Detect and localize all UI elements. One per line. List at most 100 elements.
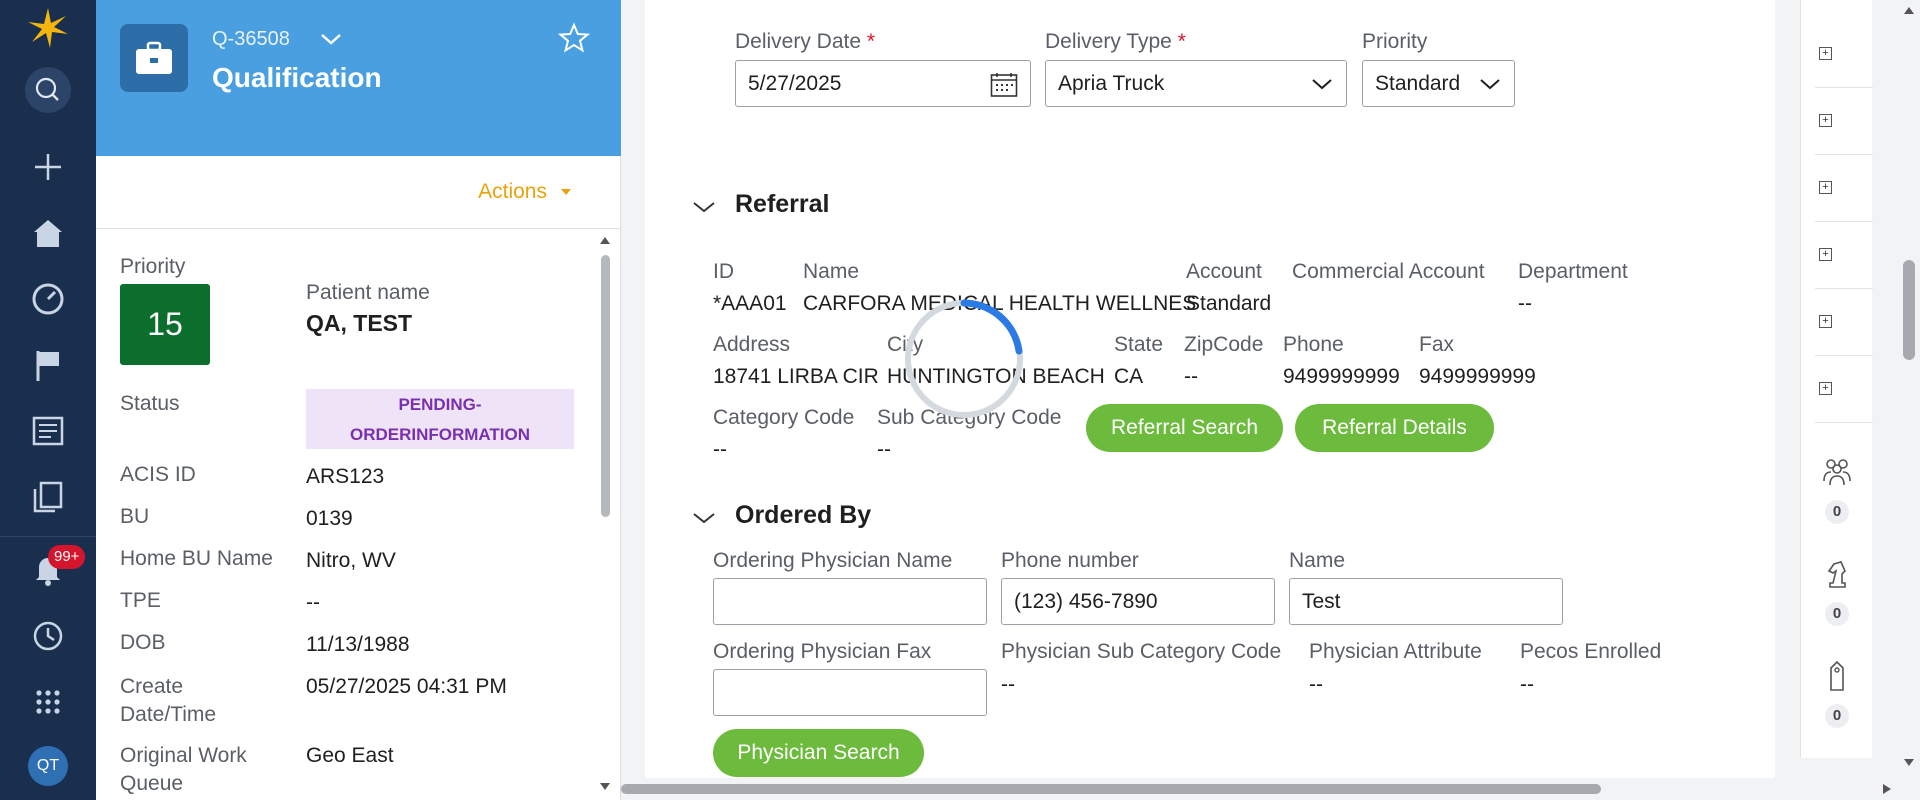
expand-toggle-6[interactable]: + bbox=[1815, 356, 1873, 423]
pecos-enrolled-label: Pecos Enrolled bbox=[1520, 640, 1662, 663]
physician-search-button[interactable]: Physician Search bbox=[713, 729, 924, 777]
expand-toggle-5[interactable]: + bbox=[1815, 289, 1873, 356]
ordering-physician-name-input[interactable] bbox=[713, 578, 987, 625]
tag-icon[interactable] bbox=[1821, 660, 1853, 692]
nav-rail: 99+ QT bbox=[0, 0, 96, 800]
chevron-down-icon bbox=[1480, 78, 1500, 89]
caret-down-icon bbox=[561, 189, 571, 195]
scroll-up-icon[interactable] bbox=[1903, 5, 1915, 15]
horizontal-scrollbar-thumb[interactable] bbox=[621, 784, 1601, 794]
create-datetime-label: Create Date/Time bbox=[120, 673, 216, 729]
phone-number-input[interactable]: (123) 456-7890 bbox=[1001, 578, 1275, 625]
physician-sub-category-label: Physician Sub Category Code bbox=[1001, 640, 1282, 663]
referral-title: Referral bbox=[735, 190, 830, 218]
name-input[interactable]: Test bbox=[1289, 578, 1563, 625]
collapse-referral-icon[interactable] bbox=[691, 196, 717, 218]
loading-spinner-icon bbox=[905, 299, 1023, 418]
referral-address-value: 18741 LIRBA CIR bbox=[713, 365, 879, 388]
plus-icon[interactable] bbox=[24, 143, 72, 191]
acis-id-label: ACIS ID bbox=[120, 463, 196, 486]
actions-label: Actions bbox=[478, 180, 547, 203]
plus-box-icon: + bbox=[1819, 382, 1832, 395]
dashboard-icon[interactable] bbox=[24, 275, 72, 323]
documents-icon[interactable] bbox=[24, 473, 72, 521]
referral-zipcode-label: ZipCode bbox=[1184, 333, 1264, 356]
referral-details-button[interactable]: Referral Details bbox=[1295, 404, 1494, 452]
actions-menu-button[interactable]: Actions bbox=[478, 180, 571, 204]
ordered-by-title: Ordered By bbox=[735, 501, 872, 529]
bu-label: BU bbox=[120, 505, 150, 528]
name-label: Name bbox=[1289, 549, 1346, 572]
referral-phone-value: 9499999999 bbox=[1283, 365, 1400, 388]
acis-id-value: ARS123 bbox=[306, 465, 385, 488]
home-bu-name-label: Home BU Name bbox=[120, 547, 273, 570]
vertical-scrollbar[interactable] bbox=[1898, 0, 1920, 778]
ordering-physician-fax-label: Ordering Physician Fax bbox=[713, 640, 932, 663]
referral-id-label: ID bbox=[713, 260, 734, 283]
tpe-label: TPE bbox=[120, 589, 161, 612]
create-datetime-value: 05/27/2025 04:31 PM bbox=[306, 675, 507, 698]
star-icon[interactable] bbox=[557, 22, 591, 59]
horizontal-scrollbar[interactable] bbox=[621, 778, 1920, 800]
app-logo-icon[interactable] bbox=[24, 4, 72, 52]
home-icon[interactable] bbox=[24, 209, 72, 257]
vertical-scrollbar-thumb[interactable] bbox=[1903, 260, 1915, 360]
status-badge: PENDING- ORDERINFORMATION bbox=[306, 389, 574, 449]
main-content: Delivery Date * 5/27/2025 Delivery Type … bbox=[645, 0, 1775, 778]
search-icon[interactable] bbox=[24, 66, 72, 114]
delivery-priority-select[interactable]: Standard bbox=[1362, 60, 1515, 107]
expand-toggle-4[interactable]: + bbox=[1815, 222, 1873, 289]
stakeholders-count: 0 bbox=[1825, 602, 1849, 626]
case-summary-panel: Q-36508 Qualification Actions Priority 1… bbox=[96, 0, 621, 800]
chevron-down-icon bbox=[1312, 78, 1332, 89]
referral-state-label: State bbox=[1114, 333, 1164, 356]
referral-search-button[interactable]: Referral Search bbox=[1086, 404, 1283, 452]
original-work-queue-value: Geo East bbox=[306, 744, 394, 767]
referral-fax-value: 9499999999 bbox=[1419, 365, 1536, 388]
required-mark: * bbox=[1177, 30, 1186, 53]
delivery-priority-label: Priority bbox=[1362, 30, 1428, 53]
delivery-date-value: 5/27/2025 bbox=[748, 71, 842, 95]
calendar-icon[interactable] bbox=[990, 72, 1018, 98]
original-work-queue-label-line-1: Original Work bbox=[120, 744, 247, 767]
rail-divider bbox=[0, 536, 96, 537]
delivery-date-input[interactable]: 5/27/2025 bbox=[735, 60, 1031, 107]
avatar[interactable]: QT bbox=[28, 746, 68, 786]
plus-box-icon: + bbox=[1819, 47, 1832, 60]
referral-account-label: Account bbox=[1186, 260, 1262, 283]
referral-department-label: Department bbox=[1518, 260, 1628, 283]
category-code-value: -- bbox=[713, 438, 727, 461]
original-work-queue-label-line-2: Queue bbox=[120, 772, 184, 795]
collapse-ordered-by-icon[interactable] bbox=[691, 507, 717, 529]
summary-scrollbar[interactable] bbox=[596, 230, 614, 800]
referral-zipcode-value: -- bbox=[1184, 365, 1198, 388]
apps-grid-icon[interactable] bbox=[24, 678, 72, 726]
status-label: Status bbox=[120, 392, 180, 415]
status-line-1: PENDING- bbox=[398, 395, 482, 414]
plus-box-icon: + bbox=[1819, 315, 1832, 328]
ordering-physician-fax-input[interactable] bbox=[713, 669, 987, 716]
notification-badge: 99+ bbox=[48, 545, 86, 569]
referral-phone-label: Phone bbox=[1283, 333, 1344, 356]
priority-label: Priority bbox=[120, 255, 186, 278]
priority-badge: 15 bbox=[120, 284, 210, 365]
flag-icon[interactable] bbox=[24, 341, 72, 389]
bu-value: 0139 bbox=[306, 507, 353, 530]
expand-toggle-3[interactable]: + bbox=[1815, 155, 1873, 222]
delivery-type-label: Delivery Type * bbox=[1045, 30, 1186, 54]
scroll-down-icon[interactable] bbox=[1903, 758, 1915, 768]
referral-department-value: -- bbox=[1518, 292, 1532, 315]
history-icon[interactable] bbox=[24, 612, 72, 660]
home-bu-name-value: Nitro, WV bbox=[306, 549, 396, 572]
delivery-type-select[interactable]: Apria Truck bbox=[1045, 60, 1347, 107]
chess-knight-icon[interactable] bbox=[1821, 558, 1853, 590]
physician-sub-category-value: -- bbox=[1001, 673, 1015, 696]
expand-toggle-1[interactable]: + bbox=[1815, 21, 1873, 88]
scroll-right-icon[interactable] bbox=[1881, 783, 1893, 795]
summary-scrollbar-thumb[interactable] bbox=[601, 255, 610, 517]
followers-icon[interactable] bbox=[1821, 456, 1853, 486]
report-icon[interactable] bbox=[24, 407, 72, 455]
create-datetime-label-line-2: Date/Time bbox=[120, 703, 217, 726]
expand-toggle-2[interactable]: + bbox=[1815, 88, 1873, 155]
chevron-down-icon[interactable] bbox=[318, 26, 344, 57]
